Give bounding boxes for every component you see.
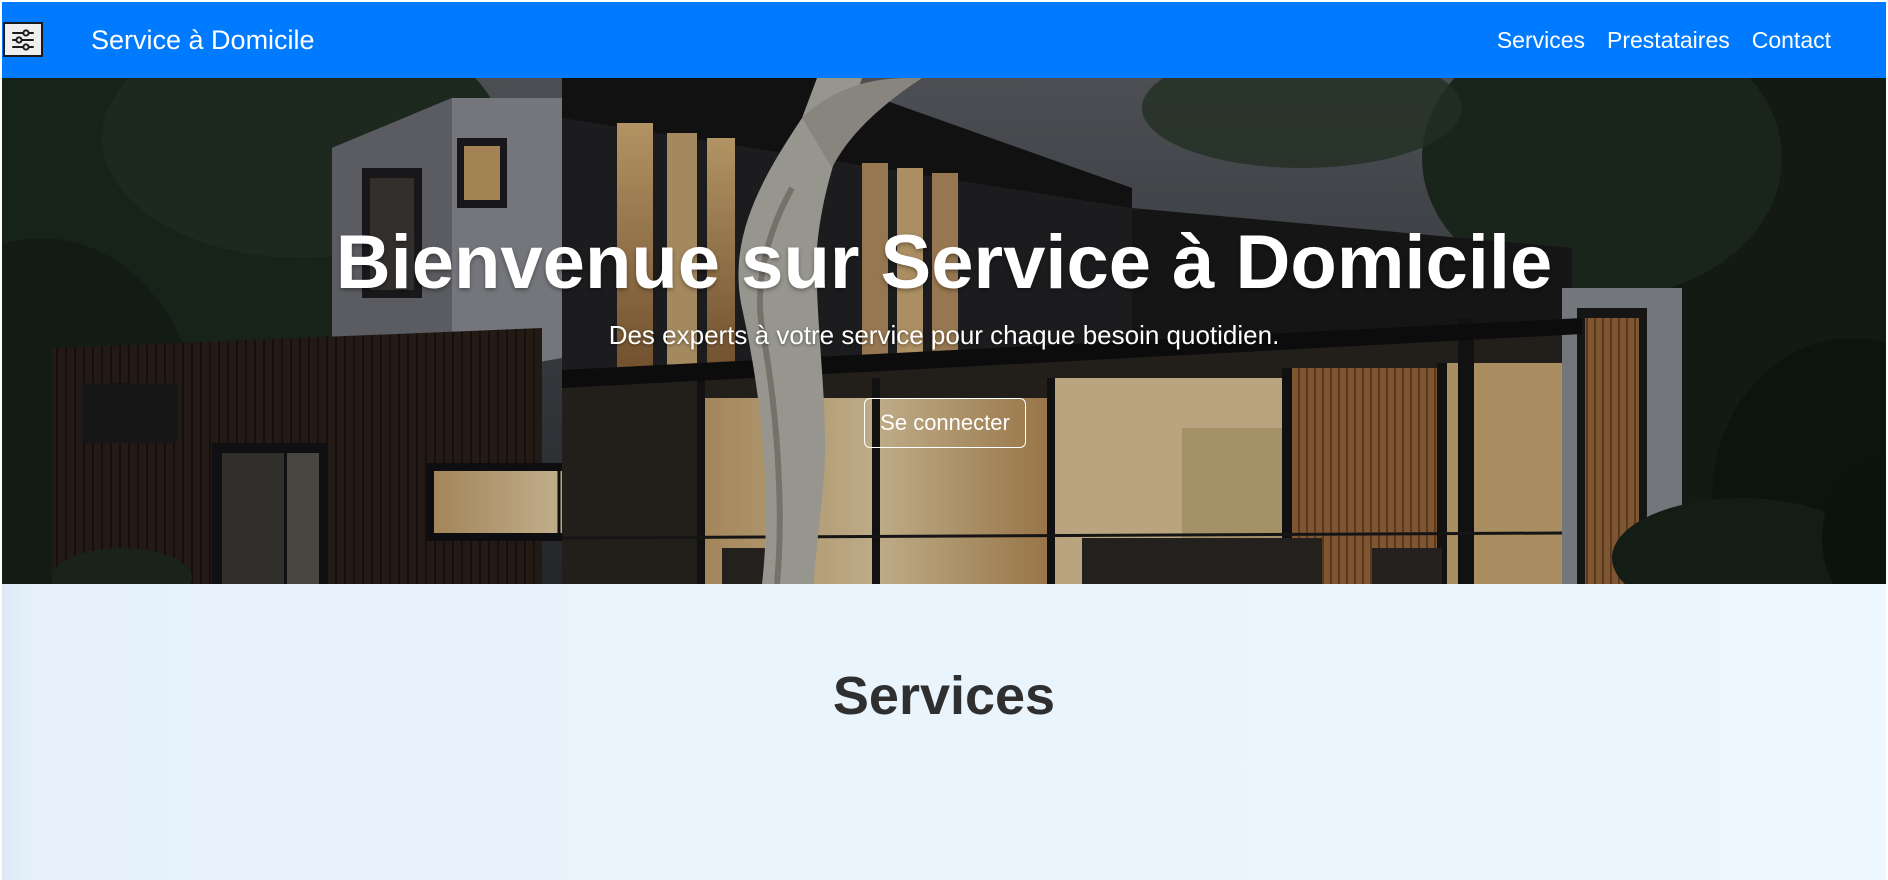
nav-links: Services Prestataires Contact [1497, 24, 1831, 56]
sliders-icon [12, 28, 34, 51]
login-button[interactable]: Se connecter [864, 398, 1026, 448]
page: Service à Domicile Services Prestataires… [2, 2, 1886, 880]
services-title: Services [832, 666, 1056, 726]
brand-title[interactable]: Service à Domicile [91, 24, 315, 56]
services-section: Services [2, 584, 1886, 880]
hero-section: Bienvenue sur Service à Domicile Des exp… [2, 78, 1886, 584]
menu-toggle-button[interactable] [3, 22, 43, 57]
nav-link-contact[interactable]: Contact [1752, 24, 1831, 56]
hero-title: Bienvenue sur Service à Domicile [335, 220, 1553, 305]
navbar: Service à Domicile Services Prestataires… [2, 2, 1886, 78]
nav-link-services[interactable]: Services [1497, 24, 1585, 56]
hero-subtitle: Des experts à votre service pour chaque … [608, 320, 1280, 350]
nav-link-prestataires[interactable]: Prestataires [1607, 24, 1730, 56]
